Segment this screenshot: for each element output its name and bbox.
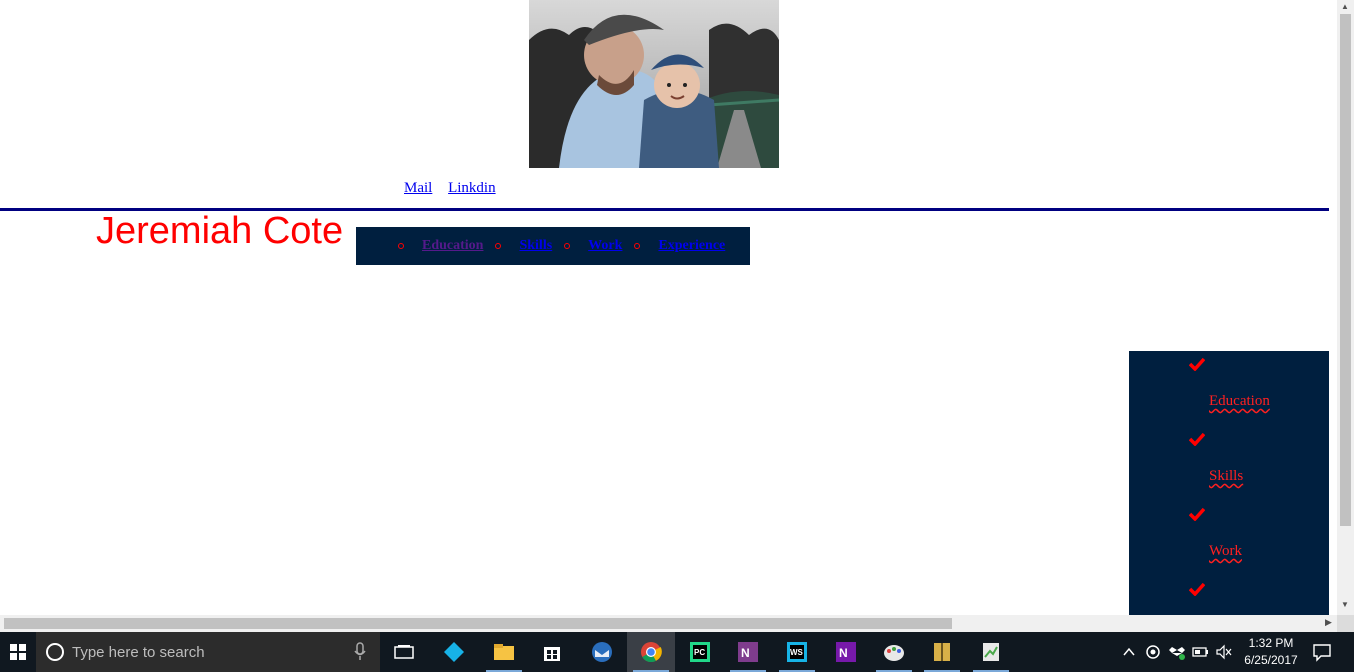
nav-item-skills: Skills: [495, 238, 552, 254]
onenote-icon: N: [738, 642, 758, 662]
kodi-app[interactable]: [430, 632, 478, 672]
vertical-scroll-thumb[interactable]: [1340, 14, 1351, 526]
horizontal-scroll-thumb[interactable]: [4, 618, 952, 629]
archive-icon: [934, 643, 950, 661]
side-link-education[interactable]: Education: [1209, 393, 1270, 410]
action-center-icon[interactable]: [1312, 642, 1332, 662]
clock-date: 6/25/2017: [1244, 653, 1298, 667]
checkmark-icon: [1189, 582, 1205, 596]
chrome-icon: [641, 642, 662, 663]
notepad-plus-icon: [983, 643, 999, 661]
mail-link[interactable]: Mail: [404, 180, 432, 196]
side-nav: Education Skills Work: [1129, 351, 1329, 615]
scrollbar-corner: [1337, 615, 1354, 632]
linkedin-link[interactable]: Linkdin: [448, 180, 496, 196]
thunderbird-app[interactable]: [578, 632, 626, 672]
thunderbird-icon: [592, 642, 612, 662]
cortana-icon: [46, 643, 64, 661]
vertical-scrollbar[interactable]: ▲ ▼: [1337, 0, 1354, 615]
side-link-work[interactable]: Work: [1209, 543, 1242, 560]
svg-text:N: N: [741, 646, 750, 660]
chrome-app[interactable]: [627, 632, 675, 672]
webstorm-icon: WS: [787, 642, 807, 662]
scroll-up-arrow-icon[interactable]: ▲: [1341, 2, 1349, 11]
contact-links: Mail Linkdin: [404, 180, 508, 197]
side-nav-item-work: Work: [1129, 501, 1329, 576]
side-nav-item-education: Education: [1129, 351, 1329, 426]
circle-bullet-icon: [495, 243, 502, 249]
side-nav-item-skills: Skills: [1129, 426, 1329, 501]
system-clock[interactable]: 1:32 PM 6/25/2017: [1236, 635, 1306, 669]
webstorm-app[interactable]: WS: [773, 632, 821, 672]
nav-item-experience: Experience: [634, 238, 725, 254]
onenote-app[interactable]: N: [724, 632, 772, 672]
notepad-plus-app[interactable]: [967, 632, 1015, 672]
paint-app[interactable]: [870, 632, 918, 672]
scroll-down-arrow-icon[interactable]: ▼: [1341, 600, 1349, 609]
chevron-up-icon[interactable]: [1122, 642, 1136, 662]
paint-icon: [884, 645, 904, 661]
task-view-icon: [394, 645, 414, 659]
scroll-right-arrow-icon[interactable]: ▶: [1325, 617, 1332, 628]
start-button[interactable]: [0, 632, 36, 672]
circle-bullet-icon: [634, 243, 641, 249]
side-link-skills[interactable]: Skills: [1209, 468, 1243, 485]
clock-time: 1:32 PM: [1248, 636, 1294, 650]
pycharm-icon: PC: [690, 642, 710, 662]
circle-bullet-icon: [398, 243, 404, 249]
horizontal-scrollbar[interactable]: ▶: [0, 615, 1337, 632]
svg-text:WS: WS: [790, 648, 804, 657]
nav-link-work[interactable]: Work: [588, 238, 622, 254]
checkmark-icon: [1189, 432, 1205, 446]
svg-text:N: N: [839, 646, 848, 660]
nav-item-education: Education: [398, 238, 483, 254]
nav-link-skills[interactable]: Skills: [519, 238, 552, 254]
search-placeholder: Type here to search: [72, 644, 205, 661]
nav-link-experience[interactable]: Experience: [658, 238, 725, 254]
pycharm-app[interactable]: PC: [676, 632, 724, 672]
volume-muted-icon[interactable]: [1215, 642, 1233, 662]
store-app[interactable]: [528, 632, 576, 672]
checkmark-icon: [1189, 507, 1205, 521]
circle-bullet-icon: [564, 243, 571, 249]
battery-icon[interactable]: [1192, 642, 1210, 662]
profile-photo: [529, 0, 779, 168]
task-view-button[interactable]: [380, 632, 428, 672]
svg-text:PC: PC: [694, 648, 705, 657]
store-icon: [544, 647, 560, 661]
windows-logo-icon: [10, 644, 26, 660]
onenote-2016-icon: N: [836, 642, 856, 662]
nav-item-work: Work: [564, 238, 622, 254]
page-title: Jeremiah Cote: [96, 210, 344, 252]
file-explorer-app[interactable]: [480, 632, 528, 672]
dropbox-icon[interactable]: [1168, 642, 1186, 662]
taskbar-search[interactable]: Type here to search: [36, 632, 380, 672]
onenote-2016-app[interactable]: N: [822, 632, 870, 672]
microphone-icon[interactable]: [354, 642, 366, 662]
checkmark-icon: [1189, 357, 1205, 371]
side-nav-item-more: [1129, 576, 1329, 615]
archive-app[interactable]: [918, 632, 966, 672]
top-nav: Education Skills Work Experience: [356, 227, 750, 265]
folder-icon: [494, 644, 514, 660]
taskbar: Type here to search PC N WS N 1:32 PM 6/…: [0, 632, 1354, 672]
browser-viewport: Mail Linkdin Jeremiah Cote Education Ski…: [0, 0, 1337, 615]
kodi-icon: [444, 642, 464, 662]
location-icon[interactable]: [1145, 642, 1161, 662]
nav-link-education[interactable]: Education: [422, 238, 483, 254]
